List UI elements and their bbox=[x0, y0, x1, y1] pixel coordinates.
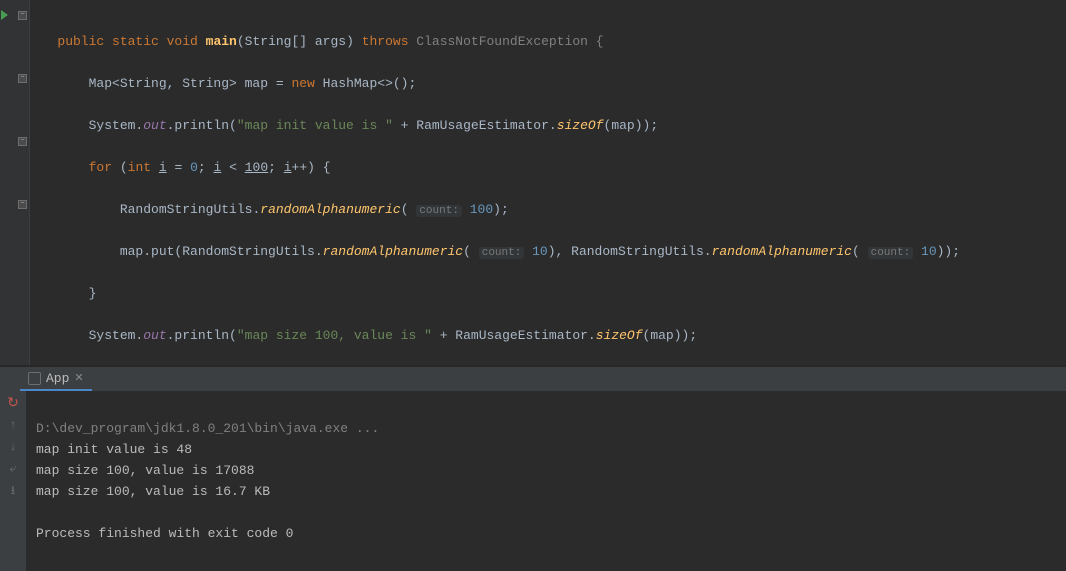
command-line: D:\dev_program\jdk1.8.0_201\bin\java.exe… bbox=[36, 421, 379, 436]
console-output[interactable]: D:\dev_program\jdk1.8.0_201\bin\java.exe… bbox=[26, 391, 389, 571]
field-ref: out bbox=[143, 118, 166, 133]
output-line: map init value is 48 bbox=[36, 442, 192, 457]
exception-type: ClassNotFoundException { bbox=[416, 34, 603, 49]
keyword: new bbox=[291, 76, 322, 91]
static-method: randomAlphanumeric bbox=[260, 202, 400, 217]
field-ref: out bbox=[143, 328, 166, 343]
close-icon[interactable]: ✕ bbox=[74, 371, 83, 385]
run-tab-app[interactable]: App ✕ bbox=[20, 367, 92, 391]
code-text: ( bbox=[463, 244, 479, 259]
code-text: (String[] args) bbox=[237, 34, 362, 49]
code-text: < bbox=[221, 160, 244, 175]
static-method: randomAlphanumeric bbox=[323, 244, 463, 259]
code-editor[interactable]: − − − − public static void main(String[]… bbox=[0, 0, 1066, 365]
static-method: sizeOf bbox=[596, 328, 643, 343]
code-text: System. bbox=[89, 328, 144, 343]
code-text: + RamUsageEstimator. bbox=[393, 118, 557, 133]
var: i bbox=[284, 160, 292, 175]
console-toolbar: ↻ ↑ ↓ ⤶ ⭳ bbox=[0, 391, 26, 571]
tab-label: App bbox=[46, 371, 69, 386]
code-text: .println( bbox=[167, 118, 237, 133]
soft-wrap-icon[interactable]: ⤶ bbox=[5, 461, 21, 477]
keyword: for bbox=[89, 160, 120, 175]
number: 10 bbox=[524, 244, 547, 259]
code-text: ), RandomStringUtils. bbox=[548, 244, 712, 259]
number: 0 bbox=[190, 160, 198, 175]
console-panel: ↻ ↑ ↓ ⤶ ⭳ D:\dev_program\jdk1.8.0_201\bi… bbox=[0, 391, 1066, 571]
run-tab-bar: App ✕ bbox=[0, 367, 1066, 391]
var: i bbox=[159, 160, 167, 175]
run-config-icon bbox=[28, 372, 41, 385]
fold-icon[interactable]: − bbox=[18, 74, 27, 83]
code-text: ; bbox=[268, 160, 284, 175]
code-text: HashMap<>(); bbox=[323, 76, 417, 91]
output-line: map size 100, value is 16.7 KB bbox=[36, 484, 270, 499]
code-text: map.put(RandomStringUtils. bbox=[120, 244, 323, 259]
code-text: ( bbox=[401, 202, 417, 217]
number: 100 bbox=[462, 202, 493, 217]
string-literal: "map size 100, value is " bbox=[237, 328, 432, 343]
down-icon[interactable]: ↓ bbox=[5, 439, 21, 455]
code-text: System. bbox=[89, 118, 144, 133]
code-text: ( bbox=[120, 160, 128, 175]
keyword: public static void bbox=[57, 34, 205, 49]
param-hint: count: bbox=[416, 205, 462, 217]
code-text: .println( bbox=[167, 328, 237, 343]
scroll-to-end-icon[interactable]: ⭳ bbox=[5, 483, 21, 499]
keyword: int bbox=[128, 160, 159, 175]
code-text: = bbox=[167, 160, 190, 175]
fold-icon[interactable]: − bbox=[18, 137, 27, 146]
static-method: randomAlphanumeric bbox=[712, 244, 852, 259]
method-name: main bbox=[206, 34, 237, 49]
code-text: ++) { bbox=[292, 160, 331, 175]
up-icon[interactable]: ↑ bbox=[5, 417, 21, 433]
editor-gutter: − − − − bbox=[0, 0, 30, 365]
param-hint: count: bbox=[868, 247, 914, 259]
param-hint: count: bbox=[479, 247, 525, 259]
fold-icon[interactable]: − bbox=[18, 200, 27, 209]
fold-icon[interactable]: − bbox=[18, 11, 27, 20]
exit-line: Process finished with exit code 0 bbox=[36, 526, 293, 541]
keyword: throws bbox=[362, 34, 417, 49]
static-method: sizeOf bbox=[557, 118, 604, 133]
number: 10 bbox=[913, 244, 936, 259]
code-text: (map)); bbox=[604, 118, 659, 133]
number: 100 bbox=[245, 160, 268, 175]
rerun-icon[interactable]: ↻ bbox=[5, 395, 21, 411]
run-gutter-icon[interactable] bbox=[1, 10, 8, 20]
code-text: )); bbox=[937, 244, 960, 259]
code-text: } bbox=[89, 286, 97, 301]
code-text: ( bbox=[852, 244, 868, 259]
string-literal: "map init value is " bbox=[237, 118, 393, 133]
code-text: ; bbox=[198, 160, 214, 175]
code-text: (map)); bbox=[643, 328, 698, 343]
code-text: Map<String, String> map = bbox=[89, 76, 292, 91]
code-text: RandomStringUtils. bbox=[120, 202, 260, 217]
output-line: map size 100, value is 17088 bbox=[36, 463, 254, 478]
code-content[interactable]: public static void main(String[] args) t… bbox=[30, 0, 1066, 365]
code-text: ); bbox=[493, 202, 509, 217]
code-text: + RamUsageEstimator. bbox=[432, 328, 596, 343]
